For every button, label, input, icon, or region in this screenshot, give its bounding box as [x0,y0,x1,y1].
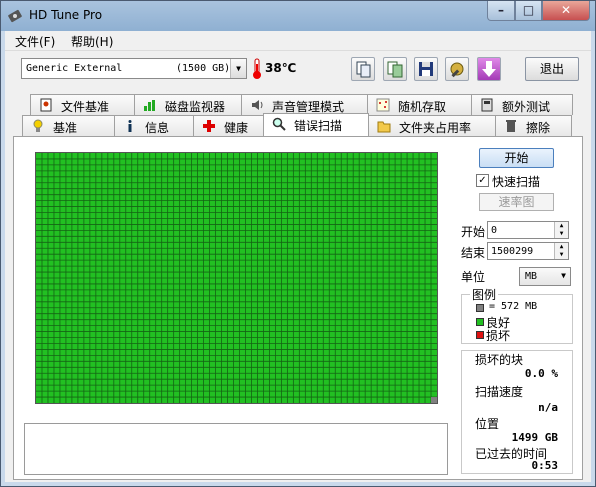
title-bar: HD Tune Pro – □ ✕ [1,1,595,31]
scan-block-grid [36,153,437,403]
speed-map-button: 速率图 [479,193,554,211]
drive-capacity: (1500 GB) [176,63,231,74]
scan-speed-label: 扫描速度 [475,385,524,399]
drive-name: Generic External [26,63,123,74]
spinner-arrows-icon[interactable]: ▲ ▼ [554,243,568,259]
speaker-icon [252,100,263,110]
save-button[interactable] [414,57,438,81]
tab-aam[interactable]: 声音管理模式 [241,94,368,115]
legend-good-swatch [476,318,484,326]
chevron-down-icon[interactable]: ▼ [230,59,246,78]
temperature-readout: 38℃ [265,61,297,75]
tab-info[interactable]: 信息 [114,115,194,136]
tab-error-scan[interactable]: 错误扫描 [263,113,369,136]
screenshot-button[interactable] [477,57,501,81]
unit-label: 单位 [461,270,486,284]
unscanned-block [431,397,437,403]
position-label: 位置 [475,417,500,431]
app-logo-icon [8,9,22,23]
lightbulb-icon [33,119,43,132]
start-field-label: 开始 [461,225,486,239]
scan-log-box [24,423,448,475]
menu-help[interactable]: 帮助(H) [71,33,113,50]
calculator-icon [481,98,493,112]
tab-label: 额外测试 [502,100,551,114]
unit-select[interactable]: MB ▼ [519,267,571,286]
bad-blocks-value: 0.0 % [524,367,558,380]
start-position-input[interactable]: 0 ▲ ▼ [487,221,569,239]
elapsed-value: 0:53 [531,459,559,472]
tab-extra-tests[interactable]: 额外测试 [471,94,573,115]
tab-label: 错误扫描 [294,119,343,133]
menu-bar: 文件(F) 帮助(H) [5,31,591,51]
menu-file[interactable]: 文件(F) [15,33,55,50]
chevron-down-icon: ▼ [561,271,566,280]
end-position-value: 1500299 [491,246,534,257]
arrow-down-icon [482,61,496,77]
app-window: HD Tune Pro – □ ✕ 文件(F) 帮助(H) Generic Ex… [0,0,596,487]
tab-erase[interactable]: 擦除 [495,115,572,136]
tab-benchmark[interactable]: 基准 [22,115,115,136]
scan-speed-value: n/a [538,401,558,414]
start-position-value: 0 [491,225,498,236]
legend-bad-label: 损坏 [486,329,511,343]
file-benchmark-icon [40,98,52,112]
tab-label: 基准 [53,121,78,135]
window-title: HD Tune Pro [29,8,103,22]
tab-label: 健康 [224,121,249,135]
start-scan-button[interactable]: 开始 [479,148,554,168]
drive-select[interactable]: Generic External (1500 GB) ▼ [21,58,247,79]
unit-value: MB [525,271,538,282]
tab-disk-monitor[interactable]: 磁盘监视器 [134,94,242,115]
toolbar: Generic External (1500 GB) ▼ 38℃ 退出 [5,51,591,89]
scan-block-map [35,152,438,404]
legend-box: 图例 = 572 MB 良好 损坏 [461,286,573,344]
minimize-button[interactable]: – [487,1,515,21]
copy-icon [356,61,371,78]
info-icon [128,120,132,132]
tab-label: 文件基准 [61,100,110,114]
exit-button[interactable]: 退出 [525,57,579,81]
magnifier-icon [272,117,286,131]
random-access-icon [376,98,390,112]
close-button[interactable]: ✕ [542,1,590,21]
tab-label: 信息 [145,121,170,135]
legend-block-swatch [476,304,484,312]
copy-all-button[interactable] [383,57,407,81]
options-button[interactable] [445,57,469,81]
legend-block-size: = 572 MB [489,301,538,312]
tab-folder-usage[interactable]: 文件夹占用率 [368,115,496,136]
bad-blocks-label: 损坏的块 [475,353,524,367]
scan-stats-box: 损坏的块 0.0 % 扫描速度 n/a 位置 1499 GB 已过去的时间 0:… [461,350,573,474]
health-cross-icon [203,120,215,132]
copy-info-button[interactable] [351,57,375,81]
trash-icon [506,120,516,132]
copy-green-icon [387,61,403,78]
error-scan-panel: 开始 ✓ 快速扫描 速率图 开始 0 ▲ ▼ 结束 1500299 ▲ ▼ 单位 M… [13,136,583,480]
end-field-label: 结束 [461,246,486,260]
end-position-input[interactable]: 1500299 ▲ ▼ [487,242,569,260]
quick-scan-label: 快速扫描 [492,175,541,189]
tab-label: 随机存取 [398,100,447,114]
thermometer-icon [253,58,261,79]
tab-label: 磁盘监视器 [165,100,226,114]
floppy-disk-icon [419,62,433,76]
tab-file-benchmark[interactable]: 文件基准 [30,94,135,115]
spinner-arrows-icon[interactable]: ▲ ▼ [554,222,568,238]
wrench-icon [450,62,464,78]
tab-random-access[interactable]: 随机存取 [367,94,472,115]
bar-chart-icon [144,100,155,111]
maximize-button[interactable]: □ [515,1,542,21]
quick-scan-checkbox[interactable]: ✓ [476,174,489,187]
tab-label: 文件夹占用率 [399,121,472,135]
position-value: 1499 GB [511,431,558,444]
tab-label: 擦除 [526,121,551,135]
legend-bad-swatch [476,331,484,339]
folder-icon [377,121,391,133]
tab-health[interactable]: 健康 [193,115,264,136]
